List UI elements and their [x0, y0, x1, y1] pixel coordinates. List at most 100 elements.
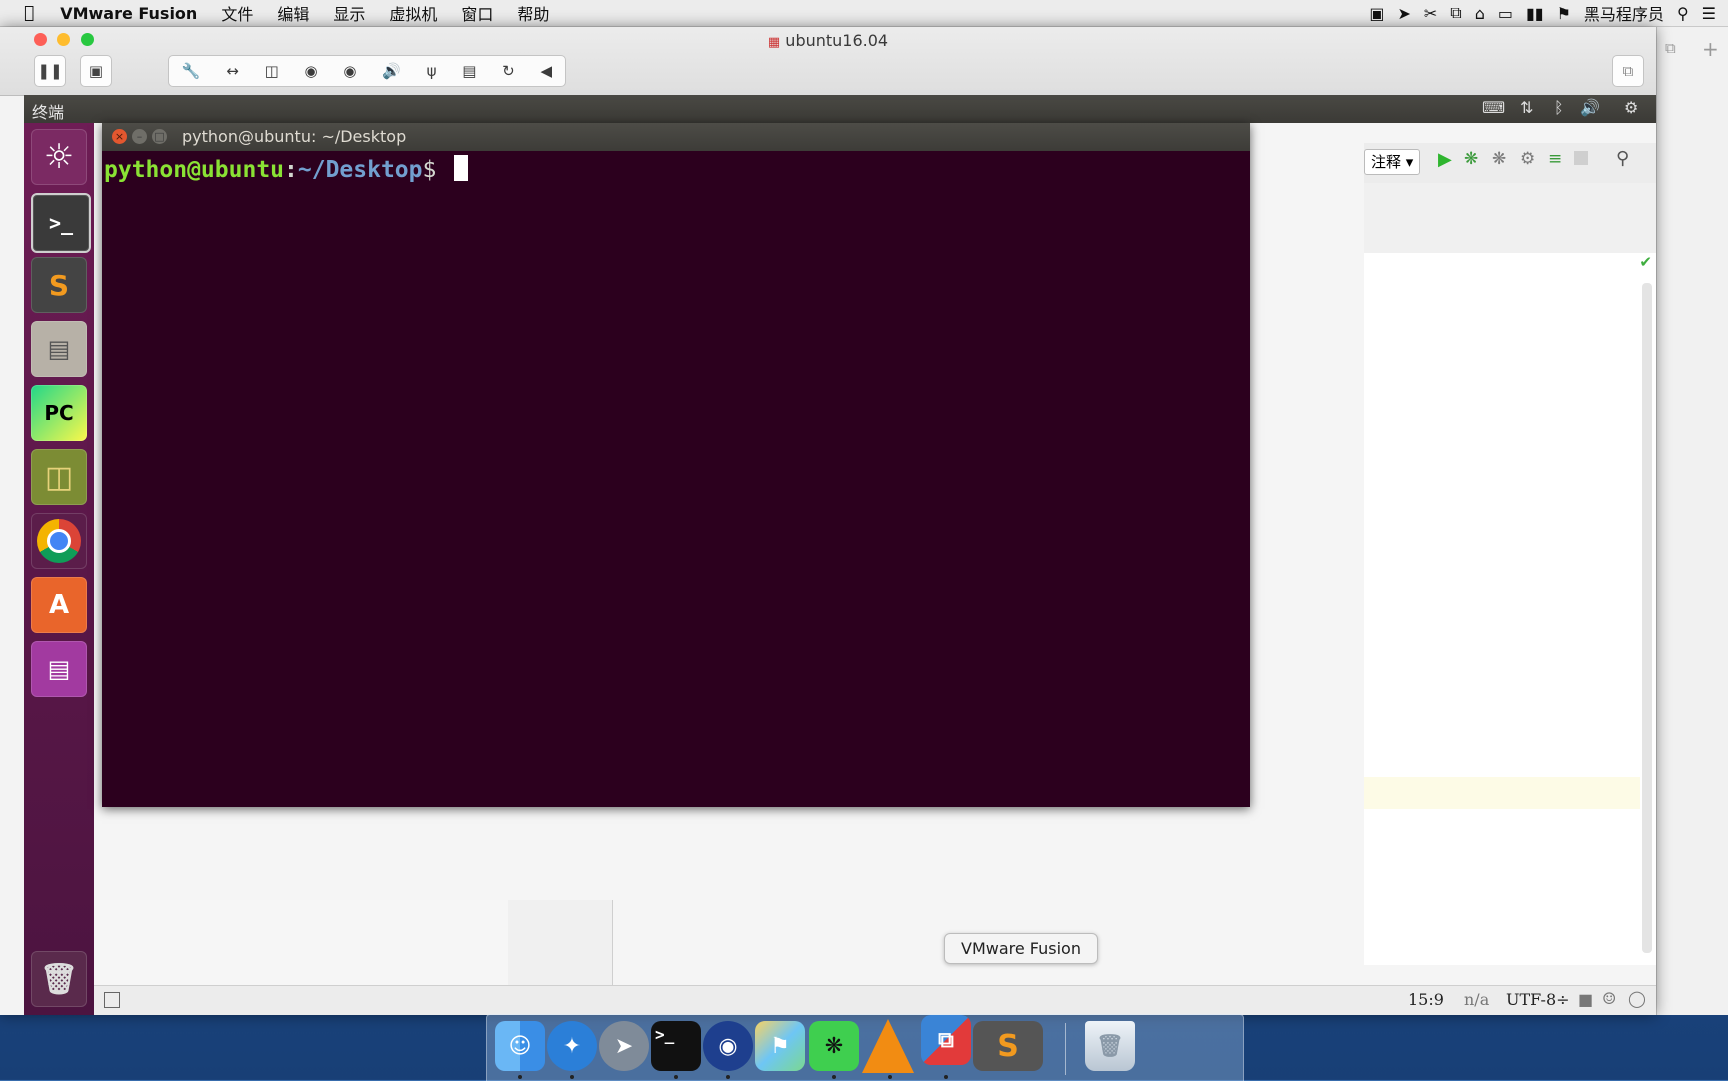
encoding-status[interactable]: UTF-8÷ [1506, 990, 1570, 1009]
mac-menubar:  VMware Fusion 文件 编辑 显示 虚拟机 窗口 帮助 ▣ ➤ ✂… [0, 0, 1728, 27]
menu-window[interactable]: 窗口 [461, 1, 493, 25]
files-launcher-icon[interactable]: ▤ [31, 321, 87, 377]
vm-toolbar-group: 🔧 ↔ ◫ ◉ ◉ 🔊 ψ ▤ ↻ ◀ [168, 55, 566, 87]
event-log-icon[interactable]: ◯ [1628, 989, 1646, 1008]
menu-app-name[interactable]: VMware Fusion [60, 4, 197, 23]
chevron-left-icon[interactable]: ◀ [540, 62, 552, 80]
terminal-dock-icon[interactable]: >_ [651, 1021, 701, 1071]
video-dock-icon[interactable]: ◉ [703, 1021, 753, 1071]
debug-icon[interactable]: ❋ [1464, 149, 1478, 169]
flag-icon[interactable]: ⚑ [1557, 4, 1571, 23]
safari-dock-icon[interactable]: ✦ [547, 1021, 597, 1071]
ubuntu-dash-icon[interactable]: ☼ [31, 129, 87, 185]
screen-record-icon[interactable]: ▣ [1369, 4, 1384, 23]
terminal-title: python@ubuntu: ~/Desktop [182, 127, 407, 146]
disk-icon[interactable]: ◫ [265, 62, 279, 80]
dock-tooltip: VMware Fusion [944, 933, 1098, 964]
menu-file[interactable]: 文件 [221, 1, 253, 25]
run-icon[interactable]: ▶ [1438, 149, 1452, 170]
terminal-titlebar: × – □ python@ubuntu: ~/Desktop [102, 123, 1250, 151]
window-title: ▦ ubuntu16.04 [0, 31, 1656, 50]
window-titlebar: ▦ ubuntu16.04 ❚❚ ▣ 🔧 ↔ ◫ ◉ ◉ 🔊 ψ ▤ ↻ ◀ ⧉ [0, 27, 1656, 96]
terminal-running-dot [674, 1075, 678, 1079]
ubuntu-top-panel: 终端 ⌨ ⇅ ᛒ 🔊 ⚙ [24, 95, 1656, 123]
step-icon[interactable]: ≡ [1548, 149, 1562, 169]
ide-editor[interactable]: ✔ [1364, 253, 1656, 965]
inspector-icon[interactable]: ☺ [1602, 989, 1616, 1008]
safari-running-dot [570, 1075, 574, 1079]
sublime-launcher-icon[interactable]: S [31, 257, 87, 313]
menu-vm[interactable]: 虚拟机 [389, 1, 437, 25]
terminal-minimize-button[interactable]: – [132, 129, 147, 144]
menubar-status-area: ▣ ➤ ✂ ⧉ ⌂ ▭ ▮▮ ⚑ 黑马程序员 ⚲ ☰ [1369, 0, 1716, 26]
plus-icon[interactable]: + [1702, 37, 1719, 61]
pause-button[interactable]: ❚❚ [34, 55, 66, 87]
menu-view[interactable]: 显示 [333, 1, 365, 25]
cursor-position[interactable]: 15:9 [1408, 990, 1444, 1009]
pycharm-launcher-icon[interactable]: PC [31, 385, 87, 441]
launchpad-dock-icon[interactable]: ➤ [599, 1021, 649, 1071]
comment-dropdown[interactable]: 注释 ▾ [1364, 149, 1421, 175]
profile-icon[interactable]: ⚙ [1520, 149, 1535, 169]
software-center-icon[interactable]: A [31, 577, 87, 633]
stop-icon[interactable] [1574, 151, 1588, 165]
send-icon[interactable]: ➤ [1397, 4, 1410, 23]
settings-wrench-icon[interactable]: 🔧 [182, 62, 201, 80]
network-icon[interactable]: ↔ [226, 62, 239, 80]
menubar-user-name[interactable]: 黑马程序员 [1584, 1, 1664, 25]
network-updown-icon[interactable]: ⇅ [1520, 98, 1533, 117]
guest-screen: 终端 ⌨ ⇅ ᛒ 🔊 ⚙ 注释 ▾ ▶ ❋ ❋ ⚙ ≡ ⚲ ✔ 15:9 n/a… [24, 95, 1656, 1015]
dock-trash-icon[interactable]: 🗑 [1085, 1021, 1135, 1071]
video-running-dot [726, 1075, 730, 1079]
xmind-dock-icon[interactable]: ❋ [809, 1021, 859, 1071]
vlc-dock-icon[interactable] [862, 1019, 914, 1073]
terminal-body[interactable]: python@ubuntu:~/Desktop$ [102, 151, 1250, 807]
books-launcher-icon[interactable]: ◫ [31, 449, 87, 505]
cd2-icon[interactable]: ◉ [343, 62, 356, 80]
unity-view-button[interactable]: ⧉ [1612, 55, 1644, 87]
floppy-icon[interactable]: ▤ [462, 62, 476, 80]
chrome-launcher-icon[interactable] [31, 513, 87, 569]
vmware-fusion-dock-icon[interactable]: ⧉ [921, 1015, 971, 1065]
wifi-icon[interactable]: ⌂ [1475, 4, 1485, 23]
snapshot-button[interactable]: ▣ [80, 55, 112, 87]
ide-search-icon[interactable]: ⚲ [1616, 148, 1629, 169]
line-separator-status[interactable]: n/a [1464, 990, 1489, 1009]
sound-icon[interactable]: 🔊 [382, 62, 401, 80]
terminal-window[interactable]: × – □ python@ubuntu: ~/Desktop python@ub… [102, 123, 1250, 807]
editor-scrollbar[interactable] [1642, 283, 1652, 953]
spotlight-icon[interactable]: ⚲ [1677, 4, 1689, 23]
notification-list-icon[interactable]: ☰ [1702, 4, 1716, 23]
trash-launcher-icon[interactable]: 🗑 [31, 951, 87, 1007]
vmware-running-dot [944, 1075, 948, 1079]
airplay-icon[interactable]: ▭ [1498, 4, 1513, 23]
usb-icon[interactable]: ψ [427, 62, 437, 80]
finder-dock-icon[interactable]: ☺ [495, 1021, 545, 1071]
apple-menu-icon[interactable]:  [24, 3, 34, 23]
battery-icon[interactable]: ▮▮ [1526, 4, 1544, 23]
panel-toggle-icon[interactable] [104, 992, 120, 1008]
refresh-icon[interactable]: ↻ [502, 62, 515, 80]
prompt-symbol: $ [422, 157, 437, 183]
cd-icon[interactable]: ◉ [305, 62, 318, 80]
system-gear-icon[interactable]: ⚙ [1624, 98, 1638, 117]
terminal-prompt-line: python@ubuntu:~/Desktop$ [104, 155, 469, 183]
coverage-icon[interactable]: ❋ [1492, 149, 1506, 169]
mac-dock: ☺ ✦ ➤ >_ ◉ ⚑ ❋ ⧉ S 🗑 [486, 1014, 1244, 1081]
menu-help[interactable]: 帮助 [517, 1, 549, 25]
sublime-dock-icon[interactable]: S [973, 1021, 1043, 1071]
scissors-icon[interactable]: ✂ [1424, 4, 1437, 23]
vlc-running-dot [888, 1075, 892, 1079]
volume-icon[interactable]: 🔊 [1580, 98, 1600, 117]
terminal-launcher-icon[interactable]: >_ [31, 193, 91, 253]
workspace-switcher-icon[interactable]: ▤ [31, 641, 87, 697]
menu-edit[interactable]: 编辑 [277, 1, 309, 25]
maps-dock-icon[interactable]: ⚑ [755, 1021, 805, 1071]
terminal-maximize-button[interactable]: □ [152, 129, 167, 144]
lock-icon[interactable]: ■ [1578, 990, 1593, 1009]
bluetooth-icon[interactable]: ᛒ [1554, 98, 1564, 117]
keyboard-icon[interactable]: ⌨ [1482, 98, 1505, 117]
terminal-close-button[interactable]: × [112, 129, 127, 144]
ide-statusbar: 15:9 n/a UTF-8÷ ■ ☺ ◯ [94, 985, 1656, 1015]
window-copy-icon[interactable]: ⧉ [1450, 3, 1461, 23]
